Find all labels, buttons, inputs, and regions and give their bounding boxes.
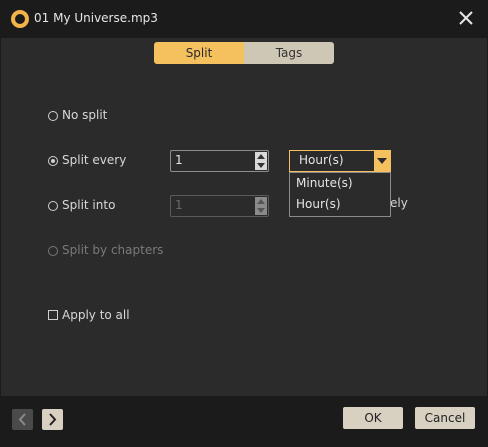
unit-select[interactable]: Hour(s) (289, 150, 391, 172)
split-into-suffix: ely (390, 196, 408, 210)
title-bar: 01 My Universe.mp3 (0, 0, 488, 38)
tab-split[interactable]: Split (154, 42, 244, 64)
split-into-value: 1 (175, 198, 183, 212)
split-every-stepper[interactable]: 1 (170, 150, 269, 172)
headphones-icon (11, 10, 29, 28)
stepper-arrows-disabled (255, 197, 267, 215)
label-split-by-chapters: Split by chapters (62, 243, 164, 257)
close-icon[interactable] (456, 8, 476, 28)
dialog-body: Split Tags No split Split every 1 Hour(s… (1, 38, 487, 396)
chevron-right-icon (49, 413, 57, 426)
apply-to-all-label: Apply to all (62, 308, 130, 322)
next-button[interactable] (42, 409, 63, 430)
ok-button[interactable]: OK (343, 407, 403, 429)
label-split-every: Split every (62, 153, 127, 167)
stepper-arrows[interactable] (255, 152, 267, 170)
radio-no-split[interactable] (48, 111, 58, 121)
split-every-value: 1 (175, 153, 183, 167)
apply-to-all-checkbox[interactable] (48, 310, 58, 320)
window-title: 01 My Universe.mp3 (34, 11, 158, 25)
prev-button[interactable] (12, 409, 33, 430)
cancel-button[interactable]: Cancel (415, 407, 475, 429)
up-down-icon (257, 199, 265, 213)
up-down-icon (257, 154, 265, 168)
unit-dropdown-list: Minute(s) Hour(s) (289, 172, 391, 217)
split-into-stepper: 1 (170, 195, 269, 217)
chevron-left-icon (18, 413, 26, 426)
unit-select-value: Hour(s) (299, 153, 344, 167)
radio-split-into[interactable] (48, 201, 58, 211)
tab-tags[interactable]: Tags (244, 42, 334, 64)
chevron-down-icon[interactable] (374, 151, 390, 171)
radio-split-every[interactable] (48, 156, 58, 166)
label-no-split: No split (62, 108, 108, 122)
tab-bar: Split Tags (154, 42, 334, 64)
label-split-into: Split into (62, 198, 116, 212)
dropdown-option-hours[interactable]: Hour(s) (296, 197, 341, 211)
dropdown-option-minutes[interactable]: Minute(s) (296, 176, 353, 190)
footer: OK Cancel (0, 396, 488, 447)
radio-split-by-chapters (48, 246, 58, 256)
